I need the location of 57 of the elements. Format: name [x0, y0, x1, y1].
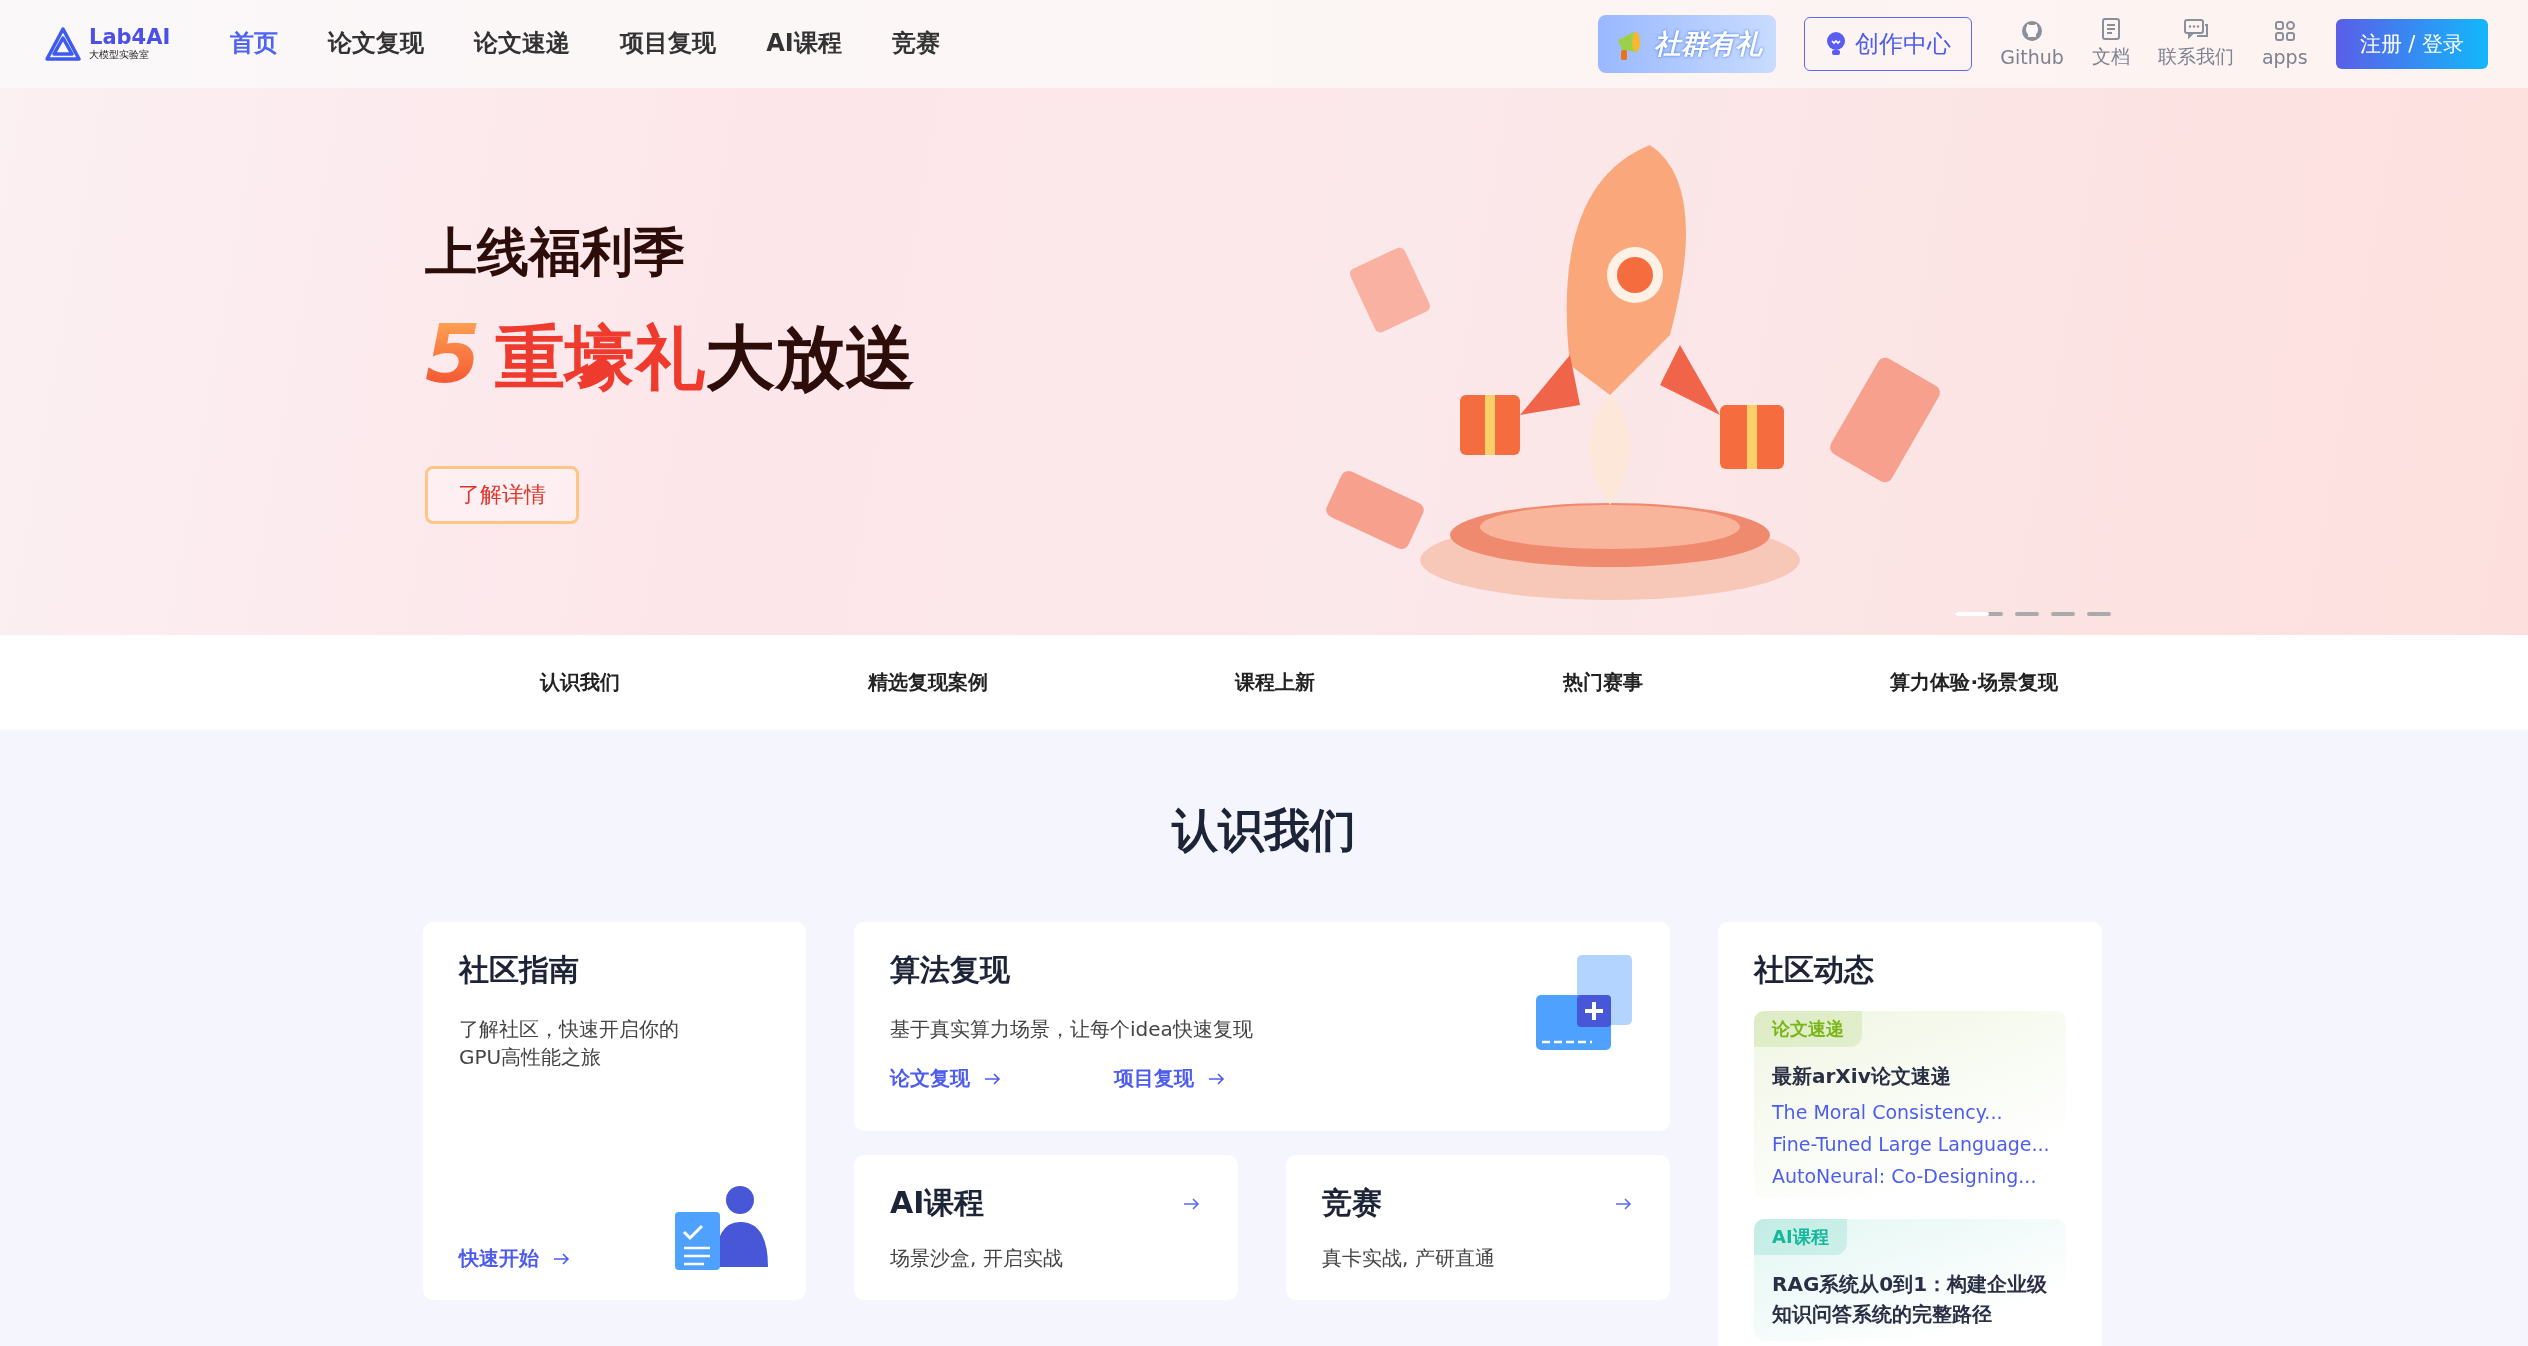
card-description: 了解社区，快速开启你的GPU高性能之旅	[459, 1016, 680, 1071]
details-button[interactable]: 了解详情	[425, 466, 579, 524]
news-title[interactable]: 最新arXiv论文速递	[1772, 1061, 2048, 1091]
logo-name: Lab4AI	[89, 26, 171, 48]
card-title: 社区指南	[459, 951, 580, 989]
hero-title: 上线福利季	[425, 221, 685, 284]
nav-tab[interactable]: 首页	[230, 21, 279, 67]
toolbar-link[interactable]: Github	[2000, 20, 2064, 68]
arrow-icon[interactable]	[1614, 1197, 1634, 1210]
card-description: 真卡实战, 产研直通	[1322, 1245, 1496, 1272]
start-link[interactable]: 快速开始	[459, 1245, 571, 1272]
section-link[interactable]: 算力体验·场景复现	[1890, 669, 2058, 696]
arrow-icon	[553, 1252, 571, 1265]
section-title: 认识我们	[1170, 802, 1357, 859]
hero-headline: 5 重壕礼大放送	[425, 308, 915, 403]
toolbar-link[interactable]: 联系我们	[2157, 18, 2234, 70]
nav-tab[interactable]: 竞赛	[891, 21, 940, 67]
apps-icon	[2273, 20, 2296, 42]
toolbar-link[interactable]: apps	[2261, 20, 2308, 68]
card-title: 社区动态	[1754, 951, 1875, 989]
card-title: 算法复现	[890, 951, 1011, 989]
carousel-indicator[interactable]	[2051, 612, 2075, 616]
section-link[interactable]: 认识我们	[540, 669, 620, 696]
nav-tab[interactable]: 论文复现	[328, 21, 425, 67]
category-tag: AI课程	[1754, 1219, 1847, 1255]
login-button[interactable]: 注册 / 登录	[2335, 19, 2488, 69]
nav-tab[interactable]: 项目复现	[620, 21, 717, 67]
carousel-indicator[interactable]	[2015, 612, 2039, 616]
chat-icon	[2183, 18, 2208, 40]
arrow-icon	[984, 1072, 1002, 1085]
creator-center-button[interactable]: 创作中心	[1804, 17, 1973, 71]
section-link[interactable]: 精选复现案例	[867, 669, 988, 696]
carousel-indicator[interactable]	[1955, 612, 2003, 616]
section-link[interactable]: 课程上新	[1235, 669, 1316, 696]
card-link[interactable]: 论文复现	[890, 1065, 1002, 1092]
card-description: 基于真实算力场景，让每个idea快速复现	[890, 1016, 1253, 1043]
card-description: 场景沙盒, 开启实战	[890, 1245, 1064, 1272]
news-link[interactable]: AutoNeural: Co-Designing...	[1772, 1165, 2048, 1187]
nav-tab[interactable]: 论文速递	[474, 21, 571, 67]
news-title[interactable]: RAG系统从0到1：构建企业级知识问答系统的完整路径	[1772, 1269, 2048, 1329]
category-tag: 论文速递	[1754, 1011, 1862, 1047]
card-title: AI课程	[890, 1184, 985, 1222]
carousel-indicator[interactable]	[2087, 612, 2111, 616]
github-icon	[2021, 20, 2044, 42]
arrow-icon[interactable]	[1182, 1197, 1202, 1210]
logo-icon	[45, 27, 81, 61]
document-icon	[2100, 18, 2121, 40]
news-link[interactable]: The Moral Consistency...	[1772, 1101, 2048, 1123]
news-link[interactable]: Fine-Tuned Large Language...	[1772, 1133, 2048, 1155]
nav-tab[interactable]: AI课程	[766, 21, 842, 67]
section-link[interactable]: 热门赛事	[1562, 669, 1643, 696]
card-title: 竞赛	[1322, 1184, 1382, 1222]
card-link[interactable]: 项目复现	[1114, 1065, 1226, 1092]
toolbar-link[interactable]: 文档	[2091, 18, 2130, 70]
logo-subtitle: 大模型实验室	[89, 47, 150, 62]
lightbulb-icon	[1825, 31, 1848, 57]
arrow-icon	[1208, 1072, 1226, 1085]
